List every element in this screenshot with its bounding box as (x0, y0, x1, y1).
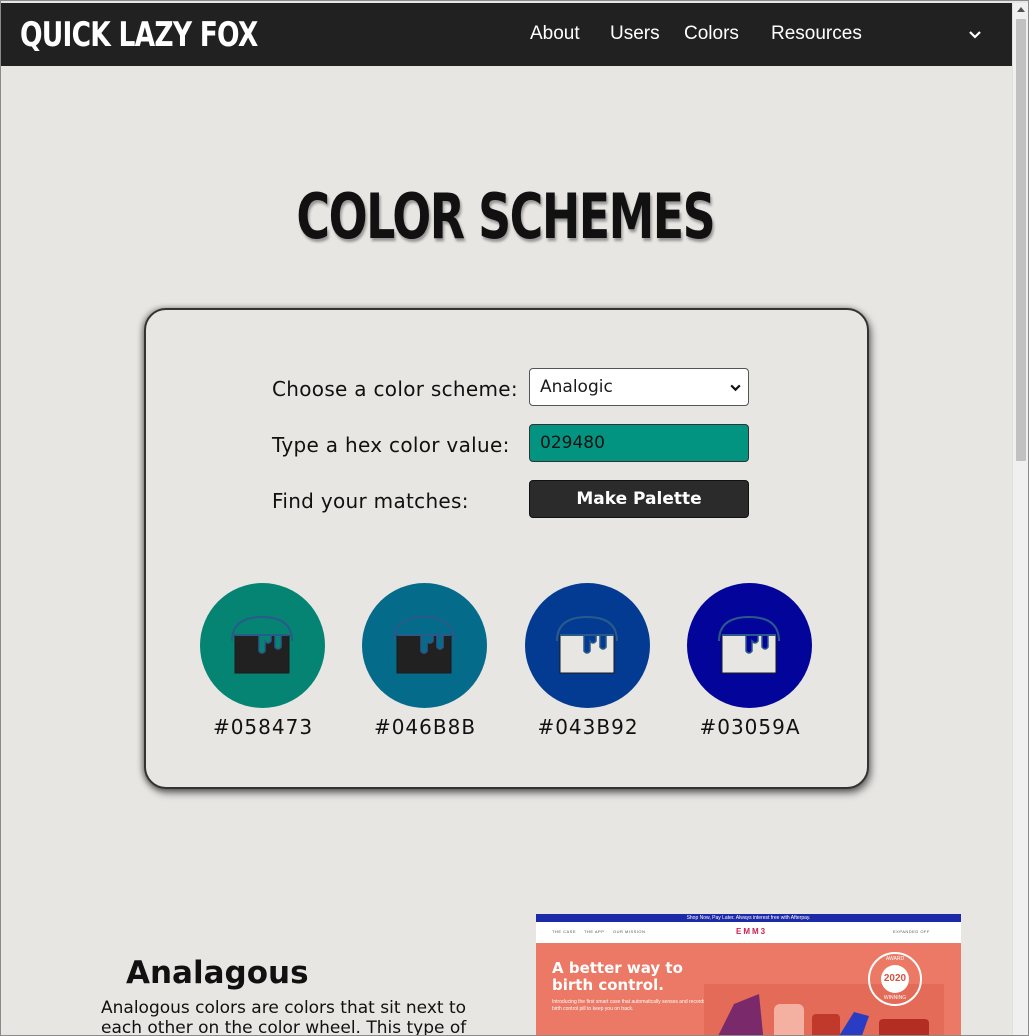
color-swatch[interactable] (687, 583, 812, 708)
preview-headline-line: A better way to (552, 959, 683, 977)
paint-bucket-icon (718, 615, 780, 674)
scheme-label: Choose a color scheme: (272, 377, 518, 401)
scroll-up-arrow-icon[interactable] (1017, 7, 1025, 12)
preview-logo: EMM3 (736, 927, 768, 936)
preview-nav: THE CASE THE APP OUR MISSION EMM3 EXPAND… (536, 922, 961, 943)
preview-nav-item: THE APP (584, 929, 605, 934)
match-label: Find your matches: (272, 489, 469, 513)
award-badge-year: 2020 (881, 965, 909, 993)
swatch-hex-label: #043B92 (537, 715, 639, 739)
navbar: QUICK LAZY FOX About Users Colors Resour… (1, 3, 1012, 66)
page-title: COLOR SCHEMES (296, 180, 716, 253)
scrollbar-thumb[interactable] (1016, 19, 1026, 461)
preview-headline: A better way to birth control. (552, 960, 683, 994)
award-badge: AWARD 2020 WINNING (868, 952, 922, 1006)
color-swatch[interactable] (200, 583, 325, 708)
make-palette-button[interactable]: Make Palette (529, 480, 749, 518)
preview-cart-label: EXPANDED OFF (893, 929, 930, 934)
preview-nav-item: THE CASE (552, 929, 577, 934)
preview-topbar: Shop Now, Pay Later. Always interest fre… (536, 914, 961, 922)
preview-headline-line: birth control. (552, 976, 664, 994)
paint-bucket-icon (556, 615, 618, 674)
color-swatch[interactable] (525, 583, 650, 708)
nav-link-about[interactable]: About (530, 22, 580, 46)
nav-link-resources[interactable]: Resources (771, 22, 862, 46)
paint-bucket-icon (231, 615, 293, 674)
color-swatch[interactable] (362, 583, 487, 708)
scheme-select-value: Analogic (540, 377, 613, 397)
nav-links: About Users Colors Resources (1, 3, 1012, 66)
scheme-select[interactable]: Analogic (529, 368, 749, 406)
swatch-hex-label: #058473 (212, 715, 314, 739)
nav-link-colors[interactable]: Colors (684, 22, 739, 46)
preview-subtext: Introducing the first smart case that au… (552, 999, 717, 1012)
chevron-down-icon (730, 384, 741, 392)
palette-card: Choose a color scheme: Analogic Type a h… (144, 308, 869, 789)
swatch-hex-label: #03059A (699, 715, 801, 739)
section-text: Analogous colors are colors that sit nex… (101, 998, 467, 1036)
hex-input[interactable]: 029480 (529, 424, 749, 462)
preview-nav-item: OUR MISSION (613, 929, 646, 934)
award-badge-top: AWARD (885, 956, 905, 962)
nav-link-users[interactable]: Users (610, 22, 660, 46)
paint-bucket-icon (393, 615, 455, 674)
swatch-hex-label: #046B8B (373, 715, 477, 739)
scrollbar[interactable] (1012, 3, 1028, 1036)
chevron-down-icon[interactable] (967, 27, 983, 43)
website-preview-image: Shop Now, Pay Later. Always interest fre… (536, 914, 961, 1036)
hex-label: Type a hex color value: (272, 433, 510, 457)
award-badge-bottom: WINNING (883, 995, 907, 1001)
section-title: Analagous (126, 955, 309, 991)
